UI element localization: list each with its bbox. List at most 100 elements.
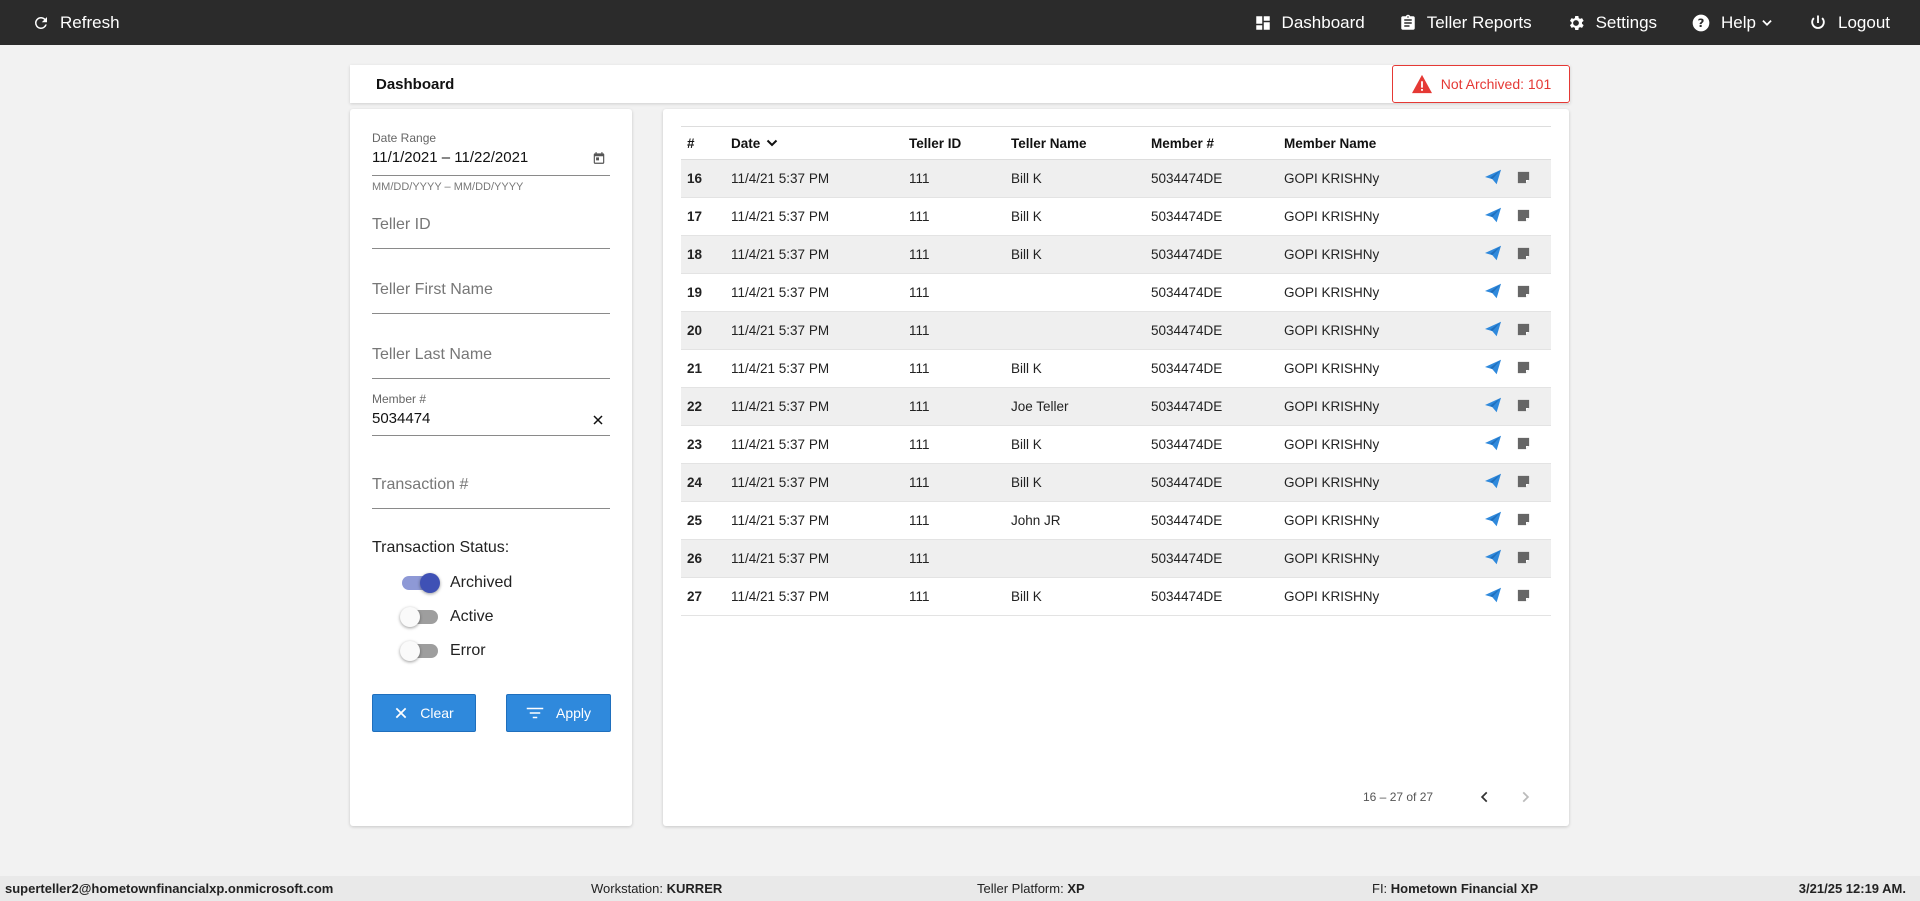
- toggle-archived[interactable]: Archived: [402, 573, 512, 593]
- filter-icon: [526, 707, 544, 719]
- col-number[interactable]: #: [681, 126, 725, 160]
- send-icon[interactable]: [1484, 473, 1502, 492]
- cell-member-name: GOPI KRISHNy: [1278, 463, 1456, 502]
- teller-last-name-field[interactable]: Teller Last Name: [372, 346, 610, 379]
- table-row[interactable]: 17 11/4/21 5:37 PM 111 Bill K 5034474DE GOPI …: [681, 197, 1551, 236]
- apply-button[interactable]: Apply: [506, 694, 611, 732]
- calendar-icon[interactable]: [592, 151, 606, 165]
- member-number-value: 5034474: [372, 410, 431, 427]
- dashboard-header: Dashboard Not Archived: 101: [350, 65, 1570, 103]
- cell-member-name: GOPI KRISHNy: [1278, 159, 1456, 198]
- cell-member-number: 5034474DE: [1145, 577, 1278, 616]
- cell-member-name: GOPI KRISHNy: [1278, 425, 1456, 464]
- clear-button[interactable]: Clear: [372, 694, 476, 732]
- table-row[interactable]: 27 11/4/21 5:37 PM 111 Bill K 5034474DE GOPI …: [681, 577, 1551, 616]
- table-row[interactable]: 25 11/4/21 5:37 PM 111 John JR 5034474DE GOPI…: [681, 501, 1551, 540]
- col-date[interactable]: Date: [725, 126, 903, 160]
- clipboard-icon: [1400, 14, 1415, 30]
- cell-number: 17: [681, 197, 725, 236]
- note-icon[interactable]: [1516, 436, 1531, 454]
- active-switch[interactable]: [400, 607, 438, 627]
- table-row[interactable]: 26 11/4/21 5:37 PM 111 5034474DE GOPI KRISHN…: [681, 539, 1551, 578]
- send-icon[interactable]: [1484, 359, 1502, 378]
- cell-teller-id: 111: [903, 349, 1005, 388]
- note-icon[interactable]: [1516, 398, 1531, 416]
- note-icon[interactable]: [1516, 474, 1531, 492]
- cell-actions: [1456, 273, 1551, 312]
- archived-switch[interactable]: [402, 573, 440, 593]
- cell-teller-name: Bill K: [1005, 235, 1145, 274]
- cell-date: 11/4/21 5:37 PM: [725, 387, 903, 426]
- refresh-button[interactable]: Refresh: [32, 0, 120, 45]
- send-icon[interactable]: [1484, 283, 1502, 302]
- power-icon: [1811, 15, 1825, 29]
- send-icon[interactable]: [1484, 245, 1502, 264]
- cell-teller-id: 111: [903, 425, 1005, 464]
- table-row[interactable]: 22 11/4/21 5:37 PM 111 Joe Teller 5034474DE G…: [681, 387, 1551, 426]
- date-range-label: Date Range: [372, 131, 437, 145]
- clear-field-icon[interactable]: [592, 414, 604, 426]
- note-icon[interactable]: [1516, 360, 1531, 378]
- footer-platform: Teller Platform: XP: [977, 881, 1085, 896]
- nav-dashboard[interactable]: Dashboard: [1254, 13, 1365, 33]
- note-icon[interactable]: [1516, 550, 1531, 568]
- date-range-field[interactable]: Date Range 11/1/2021 – 11/22/2021: [372, 131, 610, 176]
- cell-member-name: GOPI KRISHNy: [1278, 501, 1456, 540]
- toggle-active[interactable]: Active: [400, 607, 494, 627]
- cell-number: 18: [681, 235, 725, 274]
- footer-fi-value: Hometown Financial XP: [1390, 881, 1539, 896]
- nav-settings[interactable]: Settings: [1566, 13, 1657, 33]
- cell-date: 11/4/21 5:37 PM: [725, 463, 903, 502]
- note-icon[interactable]: [1516, 284, 1531, 302]
- send-icon[interactable]: [1484, 207, 1502, 226]
- send-icon[interactable]: [1484, 321, 1502, 340]
- send-icon[interactable]: [1484, 511, 1502, 530]
- status-footer: superteller2@hometownfinancialxp.onmicro…: [0, 876, 1920, 901]
- nav-help[interactable]: ? Help: [1691, 13, 1774, 33]
- cell-member-name: GOPI KRISHNy: [1278, 577, 1456, 616]
- send-icon[interactable]: [1484, 397, 1502, 416]
- table-row[interactable]: 18 11/4/21 5:37 PM 111 Bill K 5034474DE GOPI …: [681, 235, 1551, 274]
- not-archived-badge[interactable]: Not Archived: 101: [1392, 65, 1570, 103]
- teller-first-name-field[interactable]: Teller First Name: [372, 281, 610, 314]
- prev-page-icon[interactable]: [1478, 789, 1492, 805]
- col-member-number[interactable]: Member #: [1145, 126, 1278, 160]
- footer-fi-label: FI:: [1372, 881, 1388, 896]
- send-icon[interactable]: [1484, 549, 1502, 568]
- table-row[interactable]: 19 11/4/21 5:37 PM 111 5034474DE GOPI KRISHN…: [681, 273, 1551, 312]
- error-switch[interactable]: [400, 641, 438, 661]
- nav-logout[interactable]: Logout: [1808, 13, 1890, 33]
- col-member-name[interactable]: Member Name: [1278, 126, 1456, 160]
- footer-workstation-value: KURRER: [666, 881, 723, 896]
- table-row[interactable]: 16 11/4/21 5:37 PM 111 Bill K 5034474DE GOPI …: [681, 159, 1551, 198]
- note-icon[interactable]: [1516, 512, 1531, 530]
- cell-member-name: GOPI KRISHNy: [1278, 273, 1456, 312]
- footer-platform-value: XP: [1067, 881, 1085, 896]
- cell-teller-name: [1005, 311, 1145, 350]
- table-row[interactable]: 21 11/4/21 5:37 PM 111 Bill K 5034474DE GOPI …: [681, 349, 1551, 388]
- transaction-status-title: Transaction Status:: [372, 539, 510, 556]
- cell-teller-id: 111: [903, 273, 1005, 312]
- col-teller-name[interactable]: Teller Name: [1005, 126, 1145, 160]
- table-row[interactable]: 23 11/4/21 5:37 PM 111 Bill K 5034474DE GOPI …: [681, 425, 1551, 464]
- table-header-row: # Date Teller ID Teller Name Member # Me…: [681, 126, 1551, 160]
- cell-date: 11/4/21 5:37 PM: [725, 159, 903, 198]
- table-row[interactable]: 20 11/4/21 5:37 PM 111 5034474DE GOPI KRISHN…: [681, 311, 1551, 350]
- send-icon[interactable]: [1484, 169, 1502, 188]
- note-icon[interactable]: [1516, 170, 1531, 188]
- transaction-number-field[interactable]: Transaction #: [372, 476, 610, 509]
- next-page-icon[interactable]: [1518, 789, 1532, 805]
- send-icon[interactable]: [1484, 587, 1502, 606]
- toggle-error[interactable]: Error: [400, 641, 486, 661]
- note-icon[interactable]: [1516, 588, 1531, 606]
- table-row[interactable]: 24 11/4/21 5:37 PM 111 Bill K 5034474DE GOPI …: [681, 463, 1551, 502]
- note-icon[interactable]: [1516, 246, 1531, 264]
- teller-id-field[interactable]: Teller ID: [372, 216, 610, 249]
- col-teller-id[interactable]: Teller ID: [903, 126, 1005, 160]
- note-icon[interactable]: [1516, 322, 1531, 340]
- member-number-field[interactable]: Member # 5034474: [372, 392, 610, 436]
- note-icon[interactable]: [1516, 208, 1531, 226]
- send-icon[interactable]: [1484, 435, 1502, 454]
- nav-teller-reports[interactable]: Teller Reports: [1399, 13, 1532, 33]
- date-range-value: 11/1/2021 – 11/22/2021: [372, 149, 529, 166]
